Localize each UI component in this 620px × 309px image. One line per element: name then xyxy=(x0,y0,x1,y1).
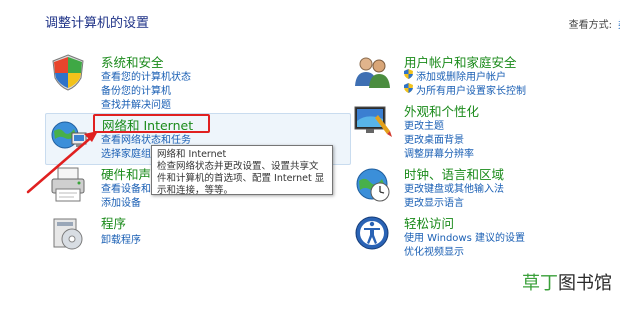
annotation-highlight-box xyxy=(93,114,210,133)
link-windows-recommended-settings[interactable]: 使用 Windows 建议的设置 xyxy=(404,229,525,244)
tooltip-title: 网络和 Internet xyxy=(157,149,227,160)
link-choose-homegroup[interactable]: 选择家庭组 xyxy=(101,145,151,160)
uac-shield-icon xyxy=(404,69,413,79)
view-by: 查看方式:类 xyxy=(569,16,620,31)
link-add-remove-accounts[interactable]: 添加或删除用户帐户 xyxy=(404,68,506,83)
link-change-theme[interactable]: 更改主题 xyxy=(404,117,444,132)
link-change-desktop-background[interactable]: 更改桌面背景 xyxy=(404,131,464,146)
link-change-display-language[interactable]: 更改显示语言 xyxy=(404,194,464,209)
programs-disc-icon xyxy=(53,218,83,250)
printer-icon xyxy=(51,167,85,202)
category-user-accounts[interactable]: 用户帐户和家庭安全 添加或删除用户帐户 为所有用户设置家长控制 xyxy=(352,52,612,102)
watermark-part2: 图书馆 xyxy=(558,273,612,294)
link-view-computer-status[interactable]: 查看您的计算机状态 xyxy=(101,68,191,83)
link-parental-controls[interactable]: 为所有用户设置家长控制 xyxy=(404,82,526,97)
watermark-part1: 草丁 xyxy=(522,273,558,294)
category-system-security[interactable]: 系统和安全 查看您的计算机状态 备份您的计算机 查找并解决问题 xyxy=(48,52,298,112)
programs-title[interactable]: 程序 xyxy=(101,213,126,232)
category-clock-language-region[interactable]: 时钟、语言和区域 更改键盘或其他输入法 更改显示语言 xyxy=(352,164,612,209)
link-view-network-status[interactable]: 查看网络状态和任务 xyxy=(101,131,191,146)
category-ease-of-access[interactable]: 轻松访问 使用 Windows 建议的设置 优化视频显示 xyxy=(352,213,612,258)
network-globe-icon xyxy=(51,121,87,149)
link-add-device[interactable]: 添加设备 xyxy=(101,194,141,209)
link-view-devices[interactable]: 查看设备和 xyxy=(101,180,151,195)
link-adjust-resolution[interactable]: 调整屏幕分辨率 xyxy=(404,145,474,160)
users-icon xyxy=(355,57,390,88)
category-programs[interactable]: 程序 卸载程序 xyxy=(48,213,298,253)
clock-globe-icon xyxy=(356,168,390,202)
link-backup-computer[interactable]: 备份您的计算机 xyxy=(101,82,171,97)
watermark: 草丁图书馆 xyxy=(522,269,612,295)
link-troubleshoot[interactable]: 查找并解决问题 xyxy=(101,96,171,111)
link-change-keyboard[interactable]: 更改键盘或其他输入法 xyxy=(404,180,504,195)
view-by-label: 查看方式: xyxy=(568,20,612,31)
accessibility-icon xyxy=(355,216,389,250)
uac-shield-icon xyxy=(404,83,413,93)
link-parental-controls-label: 为所有用户设置家长控制 xyxy=(416,86,526,97)
tooltip-body: 检查网络状态并更改设置、设置共享文件和计算机的首选项、配置 Internet 显… xyxy=(157,161,325,196)
monitor-paint-icon xyxy=(354,106,392,137)
shield-flag-icon xyxy=(52,54,84,91)
page-title: 调整计算机的设置 xyxy=(45,16,150,31)
network-tooltip: 网络和 Internet 检查网络状态并更改设置、设置共享文件和计算机的首选项、… xyxy=(151,145,333,196)
link-optimize-visual-display[interactable]: 优化视频显示 xyxy=(404,243,464,258)
category-appearance[interactable]: 外观和个性化 更改主题 更改桌面背景 调整屏幕分辨率 xyxy=(352,101,612,161)
link-uninstall-program[interactable]: 卸载程序 xyxy=(101,231,141,246)
